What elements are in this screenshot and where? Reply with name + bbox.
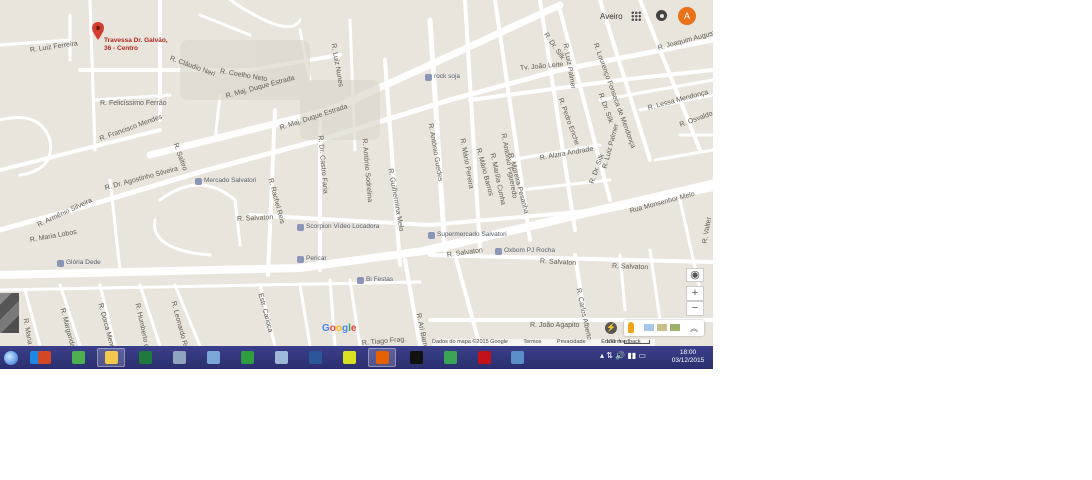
user-link[interactable]: Aveiro — [600, 12, 623, 21]
poi-label[interactable]: Supermercado Salvatori — [437, 231, 507, 238]
firefox-taskbar-button[interactable] — [368, 348, 396, 367]
zoom-in-button[interactable]: + — [686, 286, 704, 301]
layer-terrain-icon[interactable] — [657, 324, 667, 331]
calculator-taskbar-button[interactable] — [165, 348, 193, 367]
avatar[interactable]: A — [678, 7, 696, 25]
poi-label[interactable]: Scorpion Vídeo Locadora — [306, 223, 379, 230]
satellite-thumbnail[interactable] — [0, 293, 19, 333]
privacy-link[interactable]: Privacidade — [557, 339, 586, 345]
ve-app-icon — [343, 351, 356, 364]
street-label: R. Felicíssimo Ferrão — [100, 100, 167, 107]
powerpoint-taskbar-button[interactable] — [30, 348, 58, 367]
pegman-icon[interactable] — [628, 322, 634, 333]
poi-marker-icon[interactable] — [297, 224, 304, 231]
map-controls: ◉ + − — [686, 268, 704, 316]
poi-label[interactable]: Bi Festas — [366, 276, 393, 283]
excel-icon — [139, 351, 152, 364]
paint-taskbar-button[interactable] — [267, 348, 295, 367]
layers-dock: ︽ — [624, 320, 704, 336]
notifications-icon[interactable] — [656, 10, 667, 21]
acrobat-reader-icon — [478, 351, 491, 364]
layer-photo-icon[interactable] — [670, 324, 680, 331]
apps-grid-icon[interactable] — [631, 11, 641, 21]
chevron-up-icon[interactable]: ︽ — [690, 323, 698, 334]
image-viewer-taskbar-button[interactable] — [503, 348, 531, 367]
poi-marker-icon[interactable] — [428, 232, 435, 239]
clock-date: 03/12/2015 — [671, 357, 705, 364]
red-pin-icon[interactable] — [92, 22, 104, 40]
app-green-taskbar-button[interactable] — [436, 348, 464, 367]
excel-taskbar-button[interactable] — [131, 348, 159, 367]
poi-marker-icon[interactable] — [357, 277, 364, 284]
screen: R. Luiz Ferreira R. Coelho Neto R. Cláudio… — [0, 0, 713, 369]
terms-link[interactable]: Termos — [523, 339, 541, 345]
lightning-icon[interactable]: ⚡ — [605, 322, 617, 334]
acrobat-reader-taskbar-button[interactable] — [470, 348, 498, 367]
calculator-icon — [173, 351, 186, 364]
file-explorer-taskbar-button[interactable] — [97, 348, 125, 367]
poi-marker-icon[interactable] — [297, 256, 304, 263]
clock-time: 18:00 — [679, 349, 697, 356]
poi-marker-icon[interactable] — [195, 178, 202, 185]
layer-transit-icon[interactable] — [644, 324, 654, 331]
word-taskbar-button[interactable] — [301, 348, 329, 367]
zoom-out-button[interactable]: − — [686, 301, 704, 316]
taskbar: ▴ ⇅ 🔊 ▮▮ ▭ 18:00 03/12/2015 — [0, 346, 713, 369]
windows-logo-icon — [4, 351, 18, 365]
poi-label[interactable]: rock soja — [434, 73, 460, 80]
poi-label[interactable]: Pericar — [306, 255, 327, 262]
notes-icon — [207, 351, 220, 364]
app-green-icon — [444, 351, 457, 364]
street-label: R. João Agapito — [530, 322, 580, 329]
map-canvas[interactable]: R. Luiz Ferreira R. Coelho Neto R. Cláudio… — [0, 0, 713, 346]
command-prompt-icon — [410, 351, 423, 364]
poi-marker-icon[interactable] — [425, 74, 432, 81]
firefox-icon — [376, 351, 389, 364]
ve-app-taskbar-button[interactable] — [335, 348, 363, 367]
scale-label: 100 m — [606, 339, 622, 345]
clock[interactable]: 18:00 03/12/2015 — [668, 349, 708, 365]
notes-taskbar-button[interactable] — [199, 348, 227, 367]
poi-marker-icon[interactable] — [57, 260, 64, 267]
start-button[interactable] — [2, 348, 20, 367]
system-tray[interactable]: ▴ ⇅ 🔊 ▮▮ ▭ — [600, 351, 646, 360]
marker-label[interactable]: Travessa Dr. Galvão, 36 - Centro — [104, 37, 174, 53]
scale-indicator: 100 m — [606, 339, 651, 345]
project-green-taskbar-button[interactable] — [233, 348, 261, 367]
chrome-icon — [72, 351, 85, 364]
image-viewer-icon — [511, 351, 524, 364]
project-green-icon — [241, 351, 254, 364]
poi-label[interactable]: Glória Dede — [66, 259, 101, 266]
my-location-icon[interactable]: ◉ — [686, 268, 704, 282]
word-icon — [309, 351, 322, 364]
poi-label[interactable]: Oxbom PJ Rocha — [504, 247, 555, 254]
powerpoint-icon — [38, 351, 51, 364]
poi-label[interactable]: Mercado Salvatori — [204, 177, 256, 184]
file-explorer-icon — [105, 351, 118, 364]
account-bar: Aveiro A — [593, 0, 713, 32]
attribution-text: Dados do mapa ©2015 Google — [432, 339, 508, 345]
command-prompt-taskbar-button[interactable] — [402, 348, 430, 367]
paint-icon — [275, 351, 288, 364]
scale-bar — [624, 339, 651, 344]
chrome-taskbar-button[interactable] — [64, 348, 92, 367]
google-logo: Google — [322, 323, 357, 334]
poi-marker-icon[interactable] — [495, 248, 502, 255]
street-label: R. Salvaton — [611, 263, 649, 272]
